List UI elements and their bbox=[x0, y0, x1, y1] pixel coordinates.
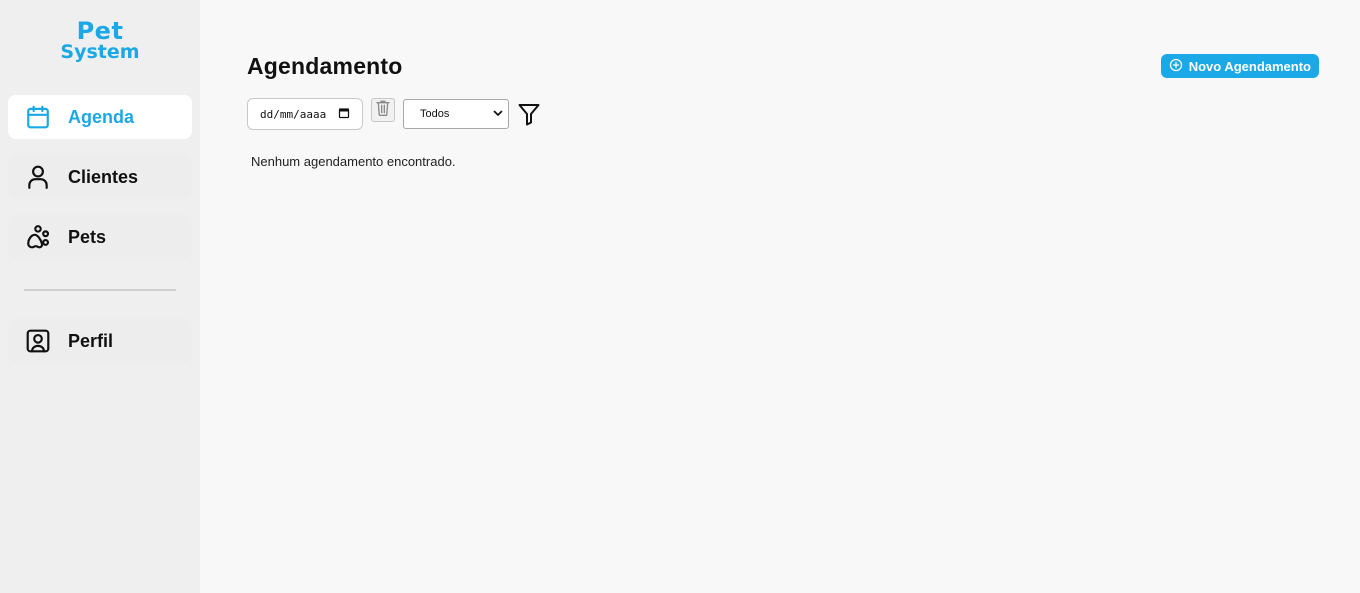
sidebar-item-agenda[interactable]: Agenda bbox=[8, 95, 192, 139]
sidebar-item-label: Perfil bbox=[68, 330, 114, 351]
logo[interactable]: Pet System bbox=[0, 17, 200, 68]
logo-line2: System bbox=[60, 40, 140, 63]
status-filter-value: Todos bbox=[420, 108, 450, 120]
logo-line1: Pet bbox=[76, 17, 124, 45]
profile-icon bbox=[24, 327, 52, 355]
sidebar-item-label: Clientes bbox=[68, 166, 139, 187]
filter-bar: dd/mm/aaaa Todos bbox=[247, 98, 1319, 130]
filter-icon[interactable] bbox=[517, 102, 541, 126]
clear-date-button[interactable] bbox=[371, 98, 395, 122]
empty-state-message: Nenhum agendamento encontrado. bbox=[251, 154, 456, 169]
date-placeholder: dd/mm/aaaa bbox=[260, 107, 327, 121]
new-appointment-button[interactable]: Novo Agendamento bbox=[1160, 54, 1319, 78]
calendar-icon bbox=[24, 103, 52, 131]
main-content: Agendamento Novo Agendamento dd/mm/aaaa bbox=[200, 0, 1360, 593]
sidebar-divider bbox=[24, 289, 176, 291]
date-filter-input[interactable]: dd/mm/aaaa bbox=[247, 98, 363, 130]
sidebar-item-pets[interactable]: Pets bbox=[8, 215, 192, 259]
sidebar-item-perfil[interactable]: Perfil bbox=[8, 319, 192, 363]
sidebar-nav: Agenda Clientes Pets Perfil bbox=[0, 95, 200, 379]
paw-icon bbox=[24, 223, 52, 251]
sidebar-item-label: Pets bbox=[68, 226, 107, 247]
status-filter-select[interactable]: Todos bbox=[403, 99, 509, 129]
app-root: Pet System Agenda Clientes Pets Perfil A… bbox=[0, 0, 1360, 593]
sidebar: Pet System Agenda Clientes Pets Perfil bbox=[0, 0, 200, 593]
sidebar-item-label: Agenda bbox=[68, 106, 135, 127]
user-icon bbox=[24, 163, 52, 191]
sidebar-item-clientes[interactable]: Clientes bbox=[8, 155, 192, 199]
trash-icon bbox=[375, 99, 391, 122]
calendar-picker-icon[interactable] bbox=[338, 107, 350, 122]
new-appointment-label: Novo Agendamento bbox=[1188, 58, 1311, 74]
page-title: Agendamento bbox=[247, 52, 403, 79]
plus-circle-icon bbox=[1169, 58, 1183, 75]
chevron-down-icon bbox=[492, 107, 504, 122]
page-header: Agendamento Novo Agendamento bbox=[247, 52, 1319, 79]
